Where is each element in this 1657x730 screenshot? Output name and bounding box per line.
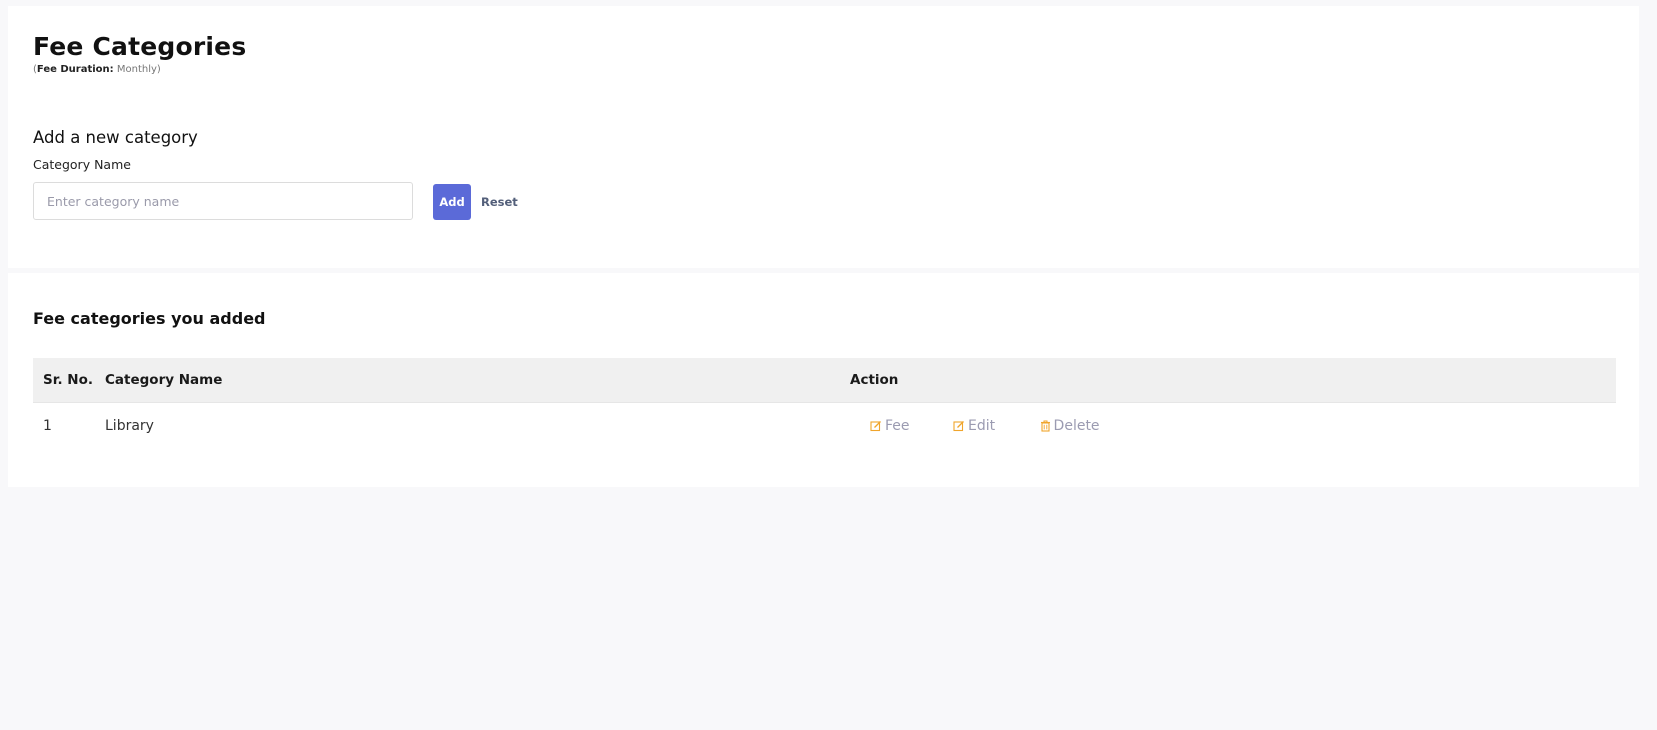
category-name-label: Category Name bbox=[33, 157, 131, 172]
fee-action-label: Fee bbox=[885, 417, 910, 434]
table-row: 1 Library Fee Edit Delete bbox=[33, 402, 1616, 449]
fee-duration-label: Fee Duration: bbox=[36, 64, 114, 75]
trash-icon bbox=[1040, 420, 1050, 432]
fee-duration-value: Monthly bbox=[116, 64, 157, 75]
delete-action-link[interactable]: Delete bbox=[1040, 418, 1100, 434]
categories-table: Sr. No. Category Name Action 1 Library F… bbox=[33, 358, 1616, 449]
categories-list-heading: Fee categories you added bbox=[33, 309, 266, 328]
fee-action-link[interactable]: Fee bbox=[870, 418, 910, 434]
reset-button[interactable]: Reset bbox=[477, 184, 522, 220]
row-sr-no: 1 bbox=[43, 417, 52, 434]
column-header-sr-no: Sr. No. bbox=[33, 358, 95, 403]
add-category-heading: Add a new category bbox=[33, 128, 198, 147]
row-category-name: Library bbox=[105, 417, 154, 434]
fee-duration-note: (Fee Duration: Monthly) bbox=[33, 64, 161, 75]
column-header-category-name: Category Name bbox=[95, 358, 840, 403]
page-title: Fee Categories bbox=[33, 32, 247, 61]
edit-square-icon bbox=[870, 420, 881, 431]
edit-action-label: Edit bbox=[967, 417, 996, 434]
delete-action-label: Delete bbox=[1053, 417, 1100, 434]
column-header-action: Action bbox=[840, 358, 1616, 403]
edit-action-link[interactable]: Edit bbox=[953, 418, 995, 434]
categories-list-card: Fee categories you added Sr. No. Categor… bbox=[8, 273, 1639, 487]
add-category-card: Fee Categories (Fee Duration: Monthly) A… bbox=[8, 6, 1639, 268]
category-name-input[interactable] bbox=[33, 182, 413, 220]
row-actions: Fee Edit Delete bbox=[840, 402, 1616, 449]
add-button[interactable]: Add bbox=[433, 184, 471, 220]
table-header-row: Sr. No. Category Name Action bbox=[33, 358, 1616, 403]
edit-square-icon bbox=[953, 420, 964, 431]
